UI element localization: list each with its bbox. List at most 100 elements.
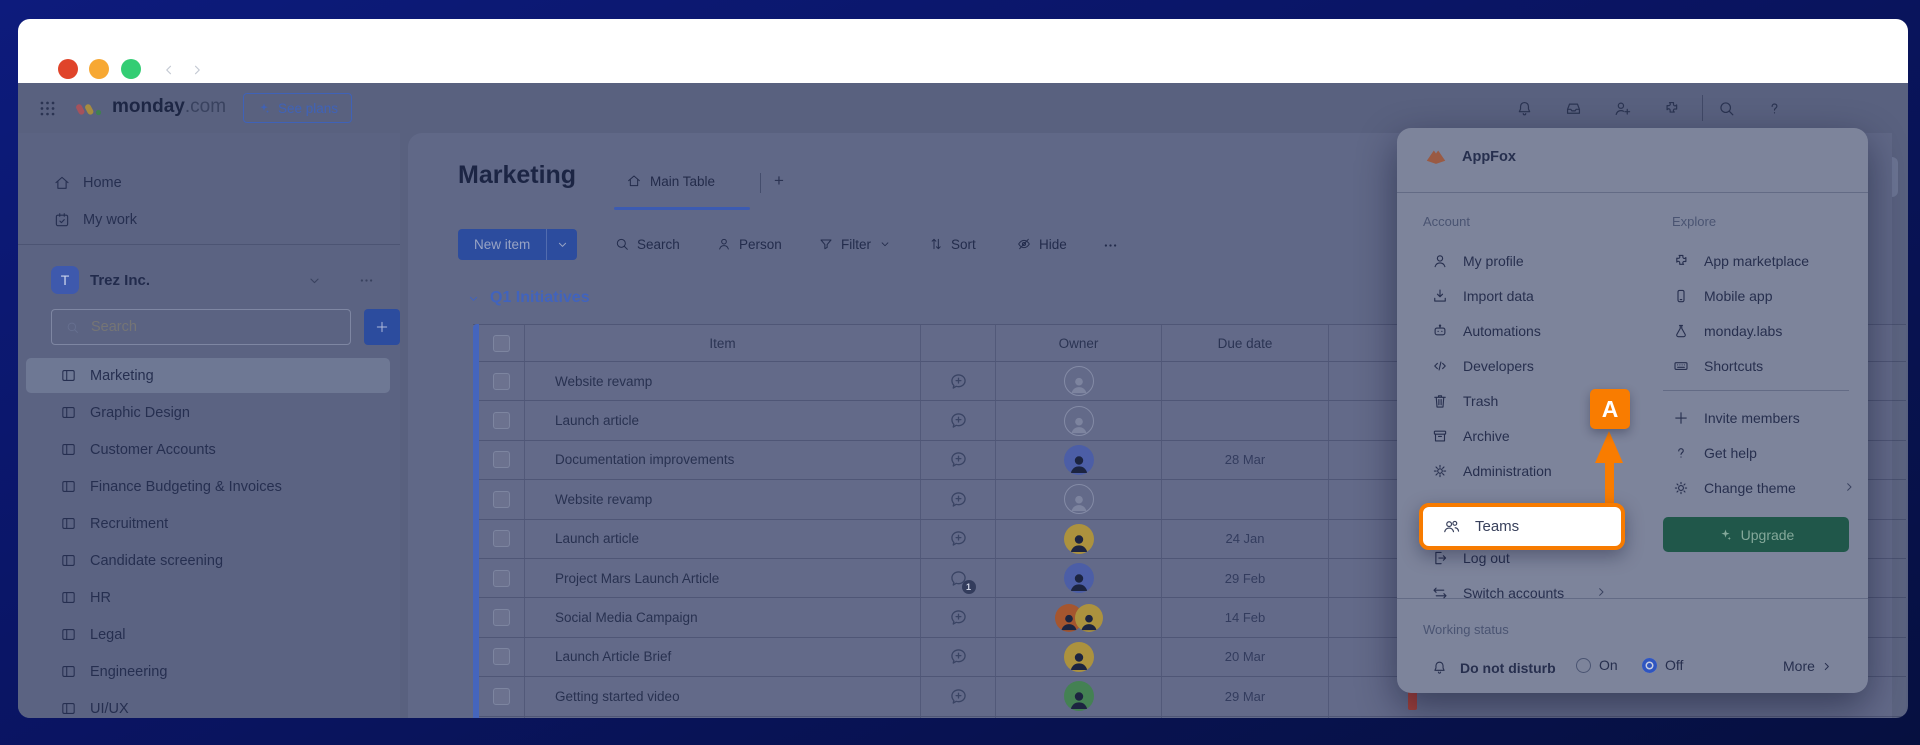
owner-avatar[interactable] bbox=[1064, 524, 1094, 554]
sidebar-item-home[interactable]: Home bbox=[18, 168, 400, 198]
close-window-button[interactable] bbox=[58, 59, 78, 79]
more-link[interactable]: More bbox=[1783, 658, 1834, 674]
row-checkbox[interactable] bbox=[493, 451, 510, 468]
help-question-icon[interactable] bbox=[1765, 99, 1784, 118]
column-header-due-date[interactable]: Due date bbox=[1161, 325, 1328, 361]
toolbar-search-button[interactable]: Search bbox=[614, 236, 680, 252]
chat-cell[interactable] bbox=[920, 677, 995, 715]
sidebar-board-legal[interactable]: Legal bbox=[18, 616, 400, 653]
sidebar-board-graphic-design[interactable]: Graphic Design bbox=[18, 394, 400, 431]
due-date-cell[interactable]: 28 Mar bbox=[1161, 441, 1328, 479]
search-icon[interactable] bbox=[1717, 99, 1736, 118]
item-cell[interactable]: Documentation improvements bbox=[524, 441, 920, 479]
radio-off-option[interactable]: Off bbox=[1642, 657, 1683, 673]
menu-item-mobile-app[interactable]: Mobile app bbox=[1672, 278, 1773, 313]
toolbar-person-button[interactable]: Person bbox=[716, 236, 782, 252]
row-checkbox-cell[interactable] bbox=[479, 362, 524, 400]
menu-item-archive[interactable]: Archive bbox=[1431, 418, 1510, 453]
menu-item-invite-members[interactable]: Invite members bbox=[1672, 400, 1800, 435]
due-date-cell[interactable] bbox=[1161, 401, 1328, 439]
apps-marketplace-puzzle-icon[interactable] bbox=[1662, 99, 1681, 118]
chat-cell[interactable] bbox=[920, 441, 995, 479]
group-title[interactable]: Q1 Initiatives bbox=[490, 289, 590, 307]
files-cell[interactable]: Pending review bbox=[1328, 717, 1906, 718]
row-checkbox-cell[interactable] bbox=[479, 401, 524, 439]
due-date-cell[interactable]: 29 Mar bbox=[1161, 677, 1328, 715]
back-icon[interactable] bbox=[160, 61, 178, 79]
invite-person-add-icon[interactable] bbox=[1613, 99, 1632, 118]
owner-avatar[interactable] bbox=[1064, 445, 1094, 475]
radio-on-option[interactable]: On bbox=[1576, 657, 1618, 673]
sidebar-board-recruitment[interactable]: Recruitment bbox=[18, 505, 400, 542]
upgrade-button[interactable]: Upgrade bbox=[1663, 517, 1849, 552]
owner-cell[interactable] bbox=[995, 480, 1161, 518]
row-checkbox[interactable] bbox=[493, 609, 510, 626]
row-checkbox-cell[interactable] bbox=[479, 598, 524, 636]
chat-add-icon[interactable] bbox=[948, 410, 969, 431]
item-cell[interactable]: Website revamp bbox=[524, 480, 920, 518]
due-date-cell[interactable] bbox=[1161, 480, 1328, 518]
menu-item-teams-highlighted[interactable]: Teams bbox=[1419, 503, 1625, 550]
sidebar-board-finance[interactable]: Finance Budgeting & Invoices bbox=[18, 468, 400, 505]
item-cell[interactable]: Launch Article Brief bbox=[524, 638, 920, 676]
toolbar-sort-button[interactable]: Sort bbox=[928, 236, 976, 252]
menu-item-app-marketplace[interactable]: App marketplace bbox=[1672, 243, 1809, 278]
chat-cell[interactable] bbox=[920, 598, 995, 636]
workspace-chevron-down-icon[interactable] bbox=[306, 272, 323, 289]
new-item-label[interactable]: New item bbox=[458, 237, 546, 252]
sidebar-board-hr[interactable]: HR bbox=[18, 579, 400, 616]
item-cell[interactable]: Social Media Campaign bbox=[524, 598, 920, 636]
forward-icon[interactable] bbox=[188, 61, 206, 79]
owner-avatar[interactable] bbox=[1064, 563, 1094, 593]
menu-item-switch-accounts[interactable]: Switch accounts bbox=[1431, 575, 1564, 610]
owner-avatar-empty[interactable] bbox=[1064, 406, 1094, 436]
item-cell[interactable]: Launch article bbox=[524, 401, 920, 439]
menu-item-change-theme[interactable]: Change theme bbox=[1672, 470, 1796, 505]
tab-main-table[interactable]: Main Table bbox=[626, 173, 715, 189]
due-date-cell[interactable]: 24 Jan bbox=[1161, 520, 1328, 558]
owner-avatar[interactable] bbox=[1064, 681, 1094, 711]
monday-logo-icon[interactable] bbox=[76, 101, 102, 117]
table-row[interactable]: Email Campaign Plan 15 Feb Pending revie… bbox=[473, 717, 1906, 718]
owner-cell[interactable] bbox=[995, 559, 1161, 597]
owner-cell[interactable] bbox=[995, 401, 1161, 439]
chat-cell[interactable] bbox=[920, 401, 995, 439]
menu-item-trash[interactable]: Trash bbox=[1431, 383, 1498, 418]
due-date-cell[interactable]: 14 Feb bbox=[1161, 598, 1328, 636]
menu-item-get-help[interactable]: Get help bbox=[1672, 435, 1757, 470]
row-checkbox[interactable] bbox=[493, 373, 510, 390]
row-checkbox-cell[interactable] bbox=[479, 441, 524, 479]
row-checkbox[interactable] bbox=[493, 491, 510, 508]
owner-avatar-empty[interactable] bbox=[1064, 484, 1094, 514]
sidebar-board-customer-accounts[interactable]: Customer Accounts bbox=[18, 431, 400, 468]
board-title[interactable]: Marketing bbox=[458, 161, 576, 190]
row-checkbox[interactable] bbox=[493, 412, 510, 429]
add-view-tab[interactable]: + bbox=[774, 171, 784, 191]
notifications-bell-icon[interactable] bbox=[1515, 99, 1534, 118]
group-header[interactable]: Q1 Initiatives bbox=[466, 289, 590, 307]
owner-avatar-group[interactable] bbox=[1055, 604, 1103, 632]
row-checkbox[interactable] bbox=[493, 530, 510, 547]
chevron-down-icon[interactable] bbox=[878, 237, 892, 251]
row-checkbox[interactable] bbox=[493, 570, 510, 587]
due-date-cell[interactable] bbox=[1161, 362, 1328, 400]
new-item-split-button[interactable]: New item bbox=[458, 229, 577, 260]
inbox-tray-icon[interactable] bbox=[1564, 99, 1583, 118]
chat-add-icon[interactable] bbox=[948, 449, 969, 470]
owner-cell[interactable] bbox=[995, 717, 1161, 718]
chevron-down-icon[interactable] bbox=[466, 291, 481, 306]
owner-cell[interactable] bbox=[995, 362, 1161, 400]
row-checkbox[interactable] bbox=[493, 688, 510, 705]
sidebar-board-engineering[interactable]: Engineering bbox=[18, 653, 400, 690]
maximize-window-button[interactable] bbox=[121, 59, 141, 79]
radio-off-selected[interactable] bbox=[1642, 658, 1657, 673]
apps-grid-icon[interactable] bbox=[38, 99, 57, 118]
chat-cell[interactable]: 1 bbox=[920, 559, 995, 597]
menu-item-automations[interactable]: Automations bbox=[1431, 313, 1541, 348]
row-checkbox-cell[interactable] bbox=[479, 559, 524, 597]
brand-wordmark[interactable]: monday.com bbox=[112, 96, 226, 118]
menu-item-shortcuts[interactable]: Shortcuts bbox=[1672, 348, 1763, 383]
chat-cell[interactable] bbox=[920, 717, 995, 718]
row-checkbox-cell[interactable] bbox=[479, 717, 524, 718]
menu-item-monday-labs[interactable]: monday.labs bbox=[1672, 313, 1782, 348]
